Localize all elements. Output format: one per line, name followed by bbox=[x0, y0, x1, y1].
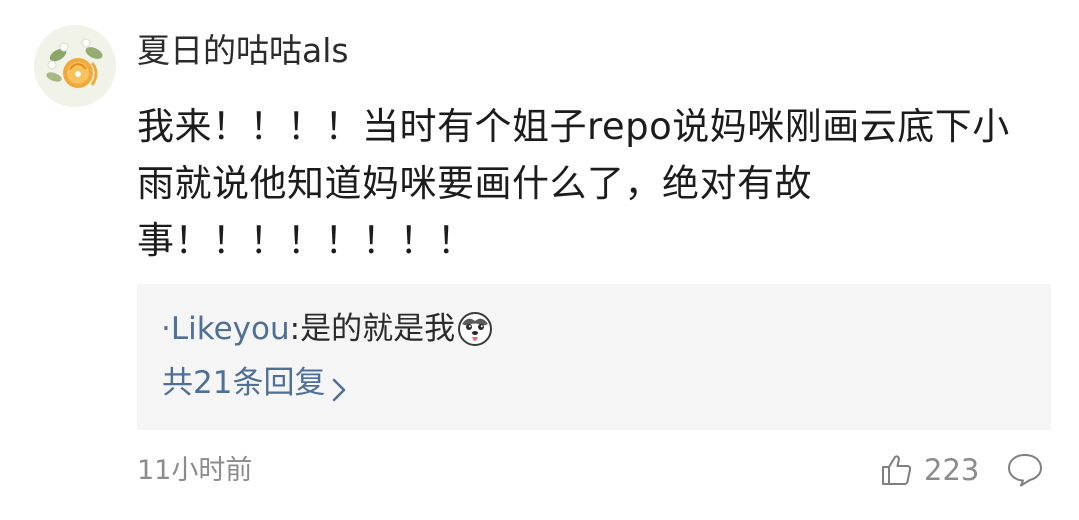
avatar[interactable] bbox=[34, 25, 116, 107]
speech-bubble-icon bbox=[1008, 454, 1042, 487]
comment-text: 我来！！！！当时有个姐子repo说妈咪刚画云底下小雨就说他知道妈咪要画什么了，绝… bbox=[137, 105, 1010, 262]
orange-flower-avatar-icon bbox=[34, 25, 116, 107]
reply-line: ·Likeyou : 是的就是我 bbox=[161, 306, 493, 352]
reply-button[interactable] bbox=[1006, 452, 1044, 488]
like-button[interactable]: 223 bbox=[880, 448, 979, 492]
like-count: 223 bbox=[924, 453, 980, 487]
timestamp: 11小时前 bbox=[137, 455, 253, 486]
husky-emoji-icon bbox=[457, 311, 493, 347]
reply-colon: : bbox=[289, 311, 301, 347]
thumbs-up-icon bbox=[880, 453, 914, 487]
reply-author[interactable]: ·Likeyou bbox=[161, 306, 290, 352]
reply-preview[interactable]: ·Likeyou : 是的就是我 共21条回复 bbox=[137, 284, 1051, 430]
view-all-replies-link[interactable]: 共21条回复 bbox=[162, 360, 347, 406]
username[interactable]: 夏日的咕咕als bbox=[137, 28, 349, 74]
reply-text: 是的就是我 bbox=[300, 311, 456, 347]
reply-count-label: 共21条回复 bbox=[162, 365, 326, 401]
chevron-right-icon bbox=[331, 370, 347, 402]
comment-card: 夏日的咕咕als 我来！！！！当时有个姐子repo说妈咪刚画云底下小雨就说他知道… bbox=[0, 0, 1079, 520]
